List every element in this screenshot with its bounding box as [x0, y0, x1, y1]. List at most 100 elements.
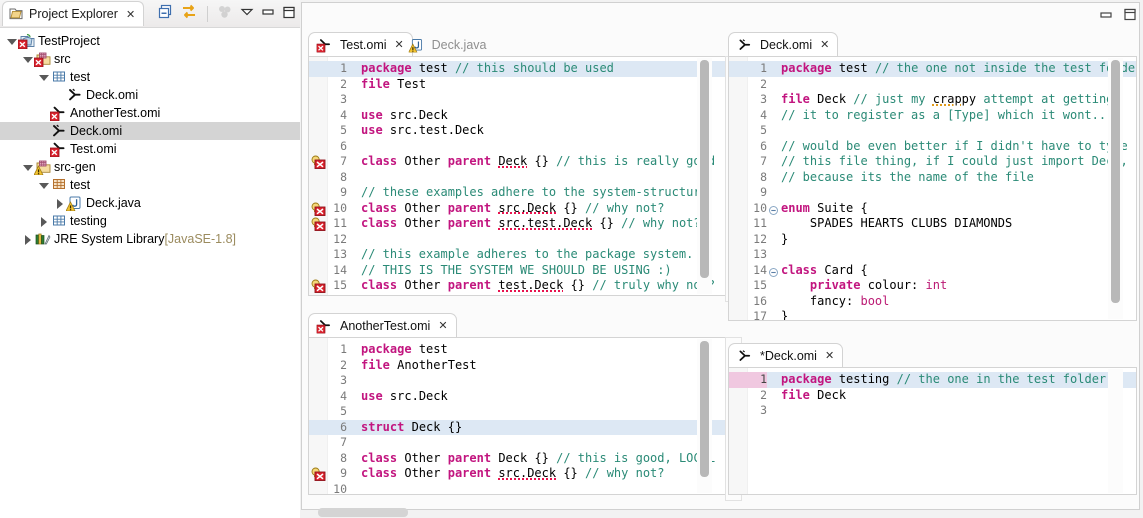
- chevron-down-icon[interactable]: [6, 36, 17, 47]
- maximize-icon[interactable]: [282, 6, 296, 22]
- eclipse-workbench: Project Explorer ✕ TestProject src test …: [0, 0, 1143, 518]
- minimize-icon[interactable]: [1099, 9, 1113, 24]
- line-number: 1: [760, 61, 767, 75]
- code-line: 8 // because its the name of the file: [729, 170, 1136, 186]
- focus-on-active-task-icon[interactable]: [217, 4, 233, 23]
- tree-item-deck-java[interactable]: Deck.java: [0, 194, 300, 212]
- tab-project-explorer[interactable]: Project Explorer ✕: [2, 1, 145, 26]
- chevron-right-icon[interactable]: [22, 234, 33, 245]
- code-line: 1 package test // this should be used: [309, 61, 725, 77]
- editor-code[interactable]: 1 package testing // the one in the test …: [729, 372, 1136, 494]
- line-number: 8: [340, 169, 347, 184]
- line-number: 9: [760, 185, 767, 199]
- line-number: 2: [760, 76, 767, 91]
- maximize-icon[interactable]: [1123, 8, 1137, 24]
- code-line: 6 struct Deck {}: [309, 419, 725, 435]
- line-number: 4: [340, 107, 347, 122]
- vertical-scrollbar-thumb[interactable]: [1111, 60, 1120, 303]
- line-number: 3: [340, 373, 347, 387]
- tree-item-label: Test.omi: [70, 142, 117, 156]
- project-error-icon: [17, 33, 35, 50]
- code-line: 13: [729, 247, 1136, 263]
- code-line: 17}: [729, 309, 1136, 320]
- collapse-all-icon[interactable]: [158, 4, 174, 23]
- editor-code[interactable]: 1 package test // this should be used 2 fil…: [309, 61, 725, 295]
- line-number: 3: [760, 92, 767, 106]
- package-warning-icon: [50, 177, 67, 193]
- chevron-down-icon[interactable]: [22, 54, 33, 65]
- editor-code[interactable]: 1 package test 2 file AnotherTest 3 4 use src.…: [309, 342, 725, 494]
- tree-item-test[interactable]: test: [0, 176, 300, 194]
- code-line: 7 // this file thing, if I could just imp…: [729, 154, 1136, 170]
- editor-tab-label: Test.omi: [340, 37, 387, 52]
- line-number: 5: [340, 404, 347, 418]
- line-number: 9: [340, 466, 347, 480]
- tree-item-deck-omi[interactable]: Deck.omi: [0, 86, 300, 104]
- line-number: 14: [753, 262, 767, 277]
- chevron-right-icon[interactable]: [38, 216, 49, 227]
- editor-tab-anothertest.omi[interactable]: AnotherTest.omi ✕: [308, 313, 457, 337]
- close-icon[interactable]: ✕: [126, 8, 135, 21]
- omi-file-icon: [737, 348, 753, 363]
- close-icon[interactable]: ✕: [825, 349, 834, 362]
- code-text: package test // the one not inside the t…: [781, 61, 1137, 75]
- tree-item-label: AnotherTest.omi: [70, 106, 161, 120]
- code-text: use src.test.Deck: [361, 123, 484, 137]
- code-line: 7: [309, 435, 725, 451]
- editor-code[interactable]: 1 package test // the one not inside the …: [729, 61, 1136, 320]
- tree-item-testing[interactable]: testing: [0, 212, 300, 230]
- vertical-scrollbar-thumb[interactable]: [700, 341, 709, 477]
- code-line: 5 use src.test.Deck: [309, 123, 725, 139]
- code-text: class Other parent Deck {} // this is re…: [361, 154, 716, 168]
- minimize-icon[interactable]: [261, 6, 275, 21]
- close-icon[interactable]: ✕: [438, 319, 447, 332]
- editor-tab-deck.omi[interactable]: *Deck.omi ✕: [728, 343, 844, 367]
- tree-item-testproject[interactable]: TestProject: [0, 32, 300, 50]
- line-number: 8: [760, 169, 767, 184]
- editor-tab-deck.omi[interactable]: Deck.omi ✕: [728, 32, 839, 56]
- vertical-scrollbar-track[interactable]: [1108, 369, 1123, 493]
- link-with-editor-icon[interactable]: [181, 4, 198, 23]
- package-icon: [50, 213, 67, 229]
- tree-item-test-omi[interactable]: Test.omi: [0, 140, 300, 158]
- tree-item-src[interactable]: src: [0, 50, 300, 68]
- close-icon[interactable]: ✕: [820, 38, 829, 51]
- fold-collapse-icon[interactable]: [769, 266, 778, 277]
- package-icon: [50, 69, 67, 85]
- chevron-down-icon[interactable]: [38, 72, 49, 83]
- code-line: 4 use src.Deck: [309, 389, 725, 405]
- horizontal-scrollbar-thumb[interactable]: [318, 508, 408, 517]
- source-folder-error-icon: [33, 51, 51, 68]
- toolbar-separator: [207, 5, 208, 22]
- editor-tab-test.omi[interactable]: Test.omi ✕: [308, 32, 413, 56]
- tree-item-jre-system-library[interactable]: JRE System Library [JavaSE-1.8]: [0, 230, 300, 248]
- view-menu-icon[interactable]: [240, 6, 254, 21]
- editor-body: 1 package test // this should be used 2 fil…: [308, 56, 726, 296]
- chevron-right-icon[interactable]: [54, 198, 65, 209]
- line-number: 10: [333, 200, 347, 215]
- project-explorer-icon: [9, 7, 24, 21]
- code-line: 5: [309, 404, 725, 420]
- code-text: private colour: int: [809, 278, 948, 292]
- editor-tab-deck.java[interactable]: Deck.java: [400, 32, 496, 56]
- line-number: 15: [753, 278, 767, 292]
- code-line: 9 // these examples adhere to the system-…: [309, 185, 725, 201]
- line-number: 7: [340, 435, 347, 449]
- code-text: package testing // the one in the test f…: [781, 372, 1107, 386]
- editor-tab-strip: Test.omi ✕ Deck.java: [304, 32, 728, 56]
- line-number: 6: [760, 138, 767, 153]
- tree-item-test[interactable]: test: [0, 68, 300, 86]
- tree-item-anothertest-omi[interactable]: AnotherTest.omi: [0, 104, 300, 122]
- line-number: 2: [340, 357, 347, 372]
- tree-item-src-gen[interactable]: src-gen: [0, 158, 300, 176]
- chevron-down-icon[interactable]: [22, 162, 33, 173]
- project-tree[interactable]: TestProject src test Deck.omi AnotherTest.om…: [0, 28, 300, 248]
- fold-collapse-icon[interactable]: [769, 204, 778, 215]
- line-number: 9: [340, 185, 347, 199]
- tree-item-deck-omi[interactable]: Deck.omi: [0, 122, 300, 140]
- code-line: 15 class Other parent test.Deck {} // tru…: [309, 278, 725, 294]
- vertical-scrollbar-thumb[interactable]: [700, 60, 709, 278]
- chevron-down-icon[interactable]: [38, 180, 49, 191]
- line-number: 10: [333, 481, 347, 495]
